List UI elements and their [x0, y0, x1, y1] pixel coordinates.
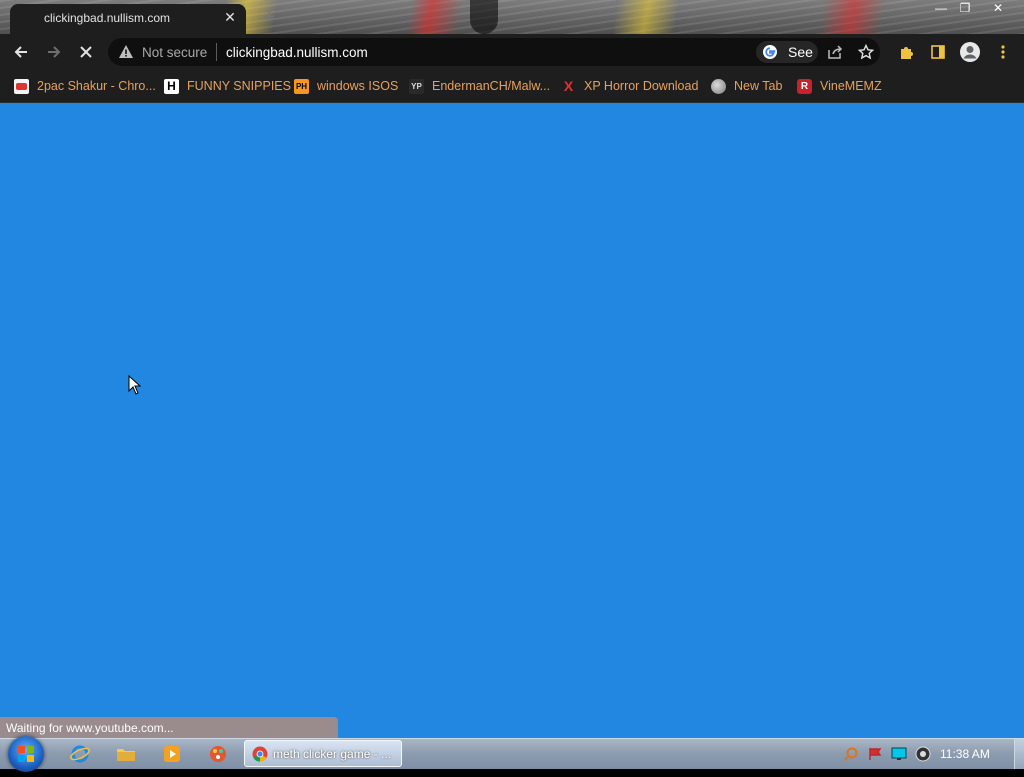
google-icon — [763, 45, 777, 59]
bookmark-label: FUNNY SNIPPIES — [187, 79, 291, 93]
extensions-button[interactable] — [895, 41, 917, 63]
share-button[interactable] — [824, 41, 846, 63]
bookmark-label: EndermanCH/Malw... — [432, 79, 551, 93]
ph-icon: PH — [294, 78, 309, 94]
x-icon: X — [563, 78, 574, 94]
url-text[interactable]: clickingbad.nullism.com — [226, 45, 368, 60]
file-explorer-pin[interactable] — [106, 742, 146, 766]
stop-loading-button[interactable] — [75, 41, 97, 63]
security-label[interactable]: Not secure — [142, 45, 207, 60]
bookmark-funny-snippies[interactable]: H FUNNY SNIPPIES — [164, 77, 291, 95]
show-desktop-button[interactable] — [1014, 739, 1024, 769]
title-bar: clickingbad.nullism.com ✕ + — ❐ ✕ — [0, 0, 1024, 34]
address-bar[interactable]: Not secure clickingbad.nullism.com See — [108, 38, 880, 66]
bookmark-star-button[interactable] — [855, 41, 877, 63]
page-content[interactable] — [0, 103, 1024, 738]
browser-tab[interactable]: clickingbad.nullism.com ✕ — [10, 4, 246, 34]
palette-icon — [210, 746, 226, 762]
taskbar-button-label: meth clicker game - ... — [273, 747, 392, 761]
tray-flag-icon[interactable] — [867, 746, 883, 762]
chrome-taskbar-button[interactable]: meth clicker game - ... — [244, 740, 402, 767]
puzzle-icon — [901, 47, 913, 59]
tray-volume-icon[interactable] — [915, 746, 931, 762]
bookmark-windows-isos[interactable]: PH windows ISOS — [294, 77, 398, 95]
bookmarks-bar: 2pac Shakur - Chro... H FUNNY SNIPPIES P… — [0, 70, 1024, 103]
chip-label: See — [788, 44, 813, 60]
flag-icon — [869, 748, 882, 760]
bookmark-endermanch[interactable]: YP EndermanCH/Malw... — [409, 77, 550, 95]
lunchbox-icon — [14, 78, 29, 94]
arrow-right-icon — [48, 46, 61, 58]
bookmark-new-tab[interactable]: New Tab — [711, 77, 782, 95]
close-icon — [80, 46, 92, 58]
forward-button[interactable] — [43, 41, 65, 63]
windows-logo-icon — [18, 746, 34, 762]
bookmark-label: windows ISOS — [317, 79, 399, 93]
github-icon: YP — [409, 78, 424, 94]
tab-title: clickingbad.nullism.com — [44, 11, 171, 25]
internet-explorer-pin[interactable] — [60, 742, 100, 766]
side-panel-icon — [931, 45, 945, 59]
window-close-button[interactable]: ✕ — [985, 0, 1011, 18]
google-lens-chip[interactable]: See — [756, 41, 818, 63]
bookmark-2pac[interactable]: 2pac Shakur - Chro... — [14, 77, 156, 95]
speaker-icon — [915, 746, 931, 762]
chrome-icon — [252, 746, 268, 762]
bookmark-vinememz[interactable]: R VineMEMZ — [797, 77, 882, 95]
start-button[interactable] — [8, 736, 44, 772]
maximize-button[interactable]: ❐ — [952, 0, 978, 18]
clock[interactable]: 11:38 AM — [940, 747, 990, 761]
browser-toolbar: Not secure clickingbad.nullism.com See — [0, 34, 1024, 70]
share-icon — [828, 45, 843, 59]
profile-button[interactable] — [959, 41, 981, 63]
bookmark-label: New Tab — [734, 79, 783, 93]
bookmark-xp-horror[interactable]: X XP Horror Download — [561, 77, 699, 95]
minimize-button[interactable]: — — [928, 0, 954, 18]
menu-button[interactable] — [992, 41, 1014, 63]
side-panel-button[interactable] — [927, 41, 949, 63]
warning-icon — [119, 45, 133, 58]
globe-icon — [711, 78, 726, 94]
avatar-icon — [960, 42, 980, 62]
tray-network-icon[interactable] — [891, 746, 907, 762]
bookmark-label: XP Horror Download — [584, 79, 699, 93]
folder-icon — [117, 749, 135, 761]
mouse-cursor-icon — [128, 375, 142, 395]
r-icon: R — [797, 78, 812, 94]
bookmark-label: 2pac Shakur - Chro... — [37, 79, 156, 93]
new-tab-button[interactable]: + — [258, 6, 280, 28]
taskbar: meth clicker game - ... 11:38 AM — [0, 736, 1024, 772]
tab-close-icon[interactable]: ✕ — [222, 9, 238, 25]
arrow-left-icon — [14, 46, 27, 58]
divider — [216, 43, 217, 61]
media-player-pin[interactable] — [152, 742, 192, 766]
bookmark-label: VineMEMZ — [820, 79, 882, 93]
internet-explorer-icon — [70, 745, 90, 763]
monitor-icon — [891, 747, 907, 760]
more-vert-icon — [1001, 45, 1005, 59]
status-bubble: Waiting for www.youtube.com... — [0, 717, 338, 738]
star-icon — [858, 44, 874, 60]
tray-search-icon[interactable] — [843, 746, 859, 762]
paint-app-pin[interactable] — [198, 742, 238, 766]
status-text: Waiting for www.youtube.com... — [6, 721, 174, 735]
h-icon: H — [164, 78, 179, 94]
back-button[interactable] — [10, 41, 32, 63]
play-icon — [164, 746, 180, 762]
magnifier-icon — [844, 747, 858, 761]
